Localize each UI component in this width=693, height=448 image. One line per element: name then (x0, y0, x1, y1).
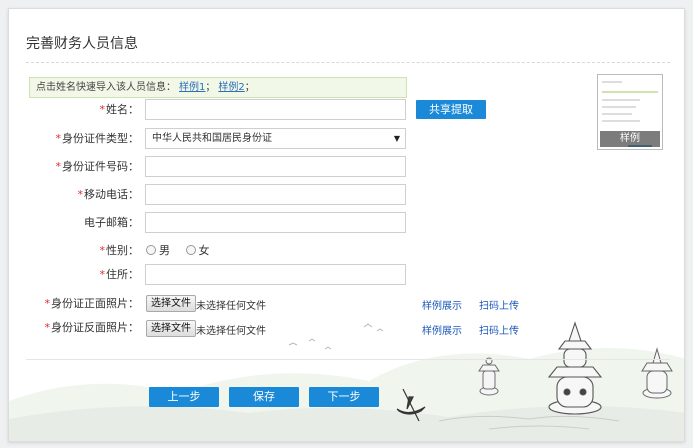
required-mark: * (77, 188, 84, 201)
notice-text: 点击姓名快速导入该人员信息： (36, 82, 176, 93)
id-type-label: *身份证件类型： (55, 132, 140, 145)
sample-thumbnail[interactable]: 样例 (597, 74, 663, 150)
thumb-line (602, 81, 622, 83)
title-divider (26, 62, 670, 63)
email-input[interactable] (145, 212, 406, 233)
id-front-choose-file-button[interactable]: 选择文件 (146, 295, 196, 312)
required-mark: * (99, 244, 106, 257)
id-type-value: 中华人民共和国居民身份证 (152, 133, 272, 144)
share-extract-button[interactable]: 共享提取 (416, 100, 486, 119)
small-pagoda (478, 357, 500, 396)
gender-male-option[interactable]: 男 (146, 244, 170, 257)
address-row: *住所： (9, 264, 140, 286)
boat (396, 388, 426, 422)
id-back-file-status: 未选择任何文件 (196, 326, 266, 337)
sample-caption: 样例 (600, 131, 660, 147)
address-input[interactable] (145, 264, 406, 285)
prev-step-button[interactable]: 上一步 (149, 387, 219, 407)
email-label: 电子邮箱： (84, 216, 139, 229)
id-back-label: *身份证反面照片： (44, 321, 140, 334)
required-mark: * (55, 132, 62, 145)
id-front-example-link[interactable]: 样例展示 (422, 297, 462, 312)
thumb-line (602, 106, 636, 108)
sample-2-link[interactable]: 样例2 (218, 82, 244, 93)
thumb-line (602, 113, 632, 115)
id-back-example-link[interactable]: 样例展示 (422, 322, 462, 337)
footer-divider (26, 359, 670, 360)
large-pagoda (547, 321, 603, 415)
mobile-row: *移动电话： (9, 184, 140, 206)
thumb-line (602, 120, 640, 122)
name-row: *姓名： (9, 99, 140, 121)
radio-icon[interactable] (185, 245, 196, 255)
id-back-scan-upload-link[interactable]: 扫码上传 (479, 322, 519, 337)
required-mark: * (44, 321, 51, 334)
id-type-row: *身份证件类型： (9, 128, 140, 150)
name-input[interactable] (145, 99, 406, 120)
required-mark: * (55, 160, 62, 173)
id-number-input[interactable] (145, 156, 406, 177)
required-mark: * (99, 103, 106, 116)
notice-separator: ； (205, 82, 216, 93)
caret-down-icon: ▼ (393, 134, 400, 143)
required-mark: * (44, 297, 51, 310)
mobile-input[interactable] (145, 184, 406, 205)
quick-import-notice: 点击姓名快速导入该人员信息： 样例1； 样例2； (29, 77, 407, 98)
gender-label: *性别： (99, 244, 140, 257)
id-type-select[interactable]: 中华人民共和国居民身份证 ▼ (145, 128, 406, 149)
thumb-line (602, 99, 640, 101)
form-card: 完善财务人员信息 点击姓名快速导入该人员信息： 样例1； 样例2； *姓名： 共享提… (8, 8, 685, 442)
next-step-button[interactable]: 下一步 (309, 387, 379, 407)
address-label: *住所： (99, 268, 140, 281)
right-pagoda (641, 347, 673, 399)
sample-1-link[interactable]: 样例1 (179, 82, 205, 93)
radio-icon[interactable] (146, 245, 156, 255)
id-front-row: *身份证正面照片： (9, 293, 140, 315)
id-front-label: *身份证正面照片： (44, 297, 140, 310)
page-title: 完善财务人员信息 (26, 36, 138, 52)
thumb-line (602, 91, 658, 93)
id-front-file-status: 未选择任何文件 (196, 301, 266, 312)
id-front-scan-upload-link[interactable]: 扫码上传 (479, 297, 519, 312)
id-number-row: *身份证件号码： (9, 156, 140, 178)
id-back-choose-file-button[interactable]: 选择文件 (146, 320, 196, 337)
email-row: 电子邮箱： (9, 212, 139, 234)
required-mark: * (99, 268, 106, 281)
gender-row: *性别： (9, 240, 140, 262)
name-label: *姓名： (99, 103, 140, 116)
id-number-label: *身份证件号码： (55, 160, 140, 173)
mobile-label: *移动电话： (77, 188, 140, 201)
id-back-row: *身份证反面照片： (9, 317, 140, 339)
save-button[interactable]: 保存 (229, 387, 299, 407)
notice-end: ； (244, 82, 255, 93)
gender-options: 男 女 (146, 240, 210, 262)
gender-female-option[interactable]: 女 (185, 244, 210, 257)
